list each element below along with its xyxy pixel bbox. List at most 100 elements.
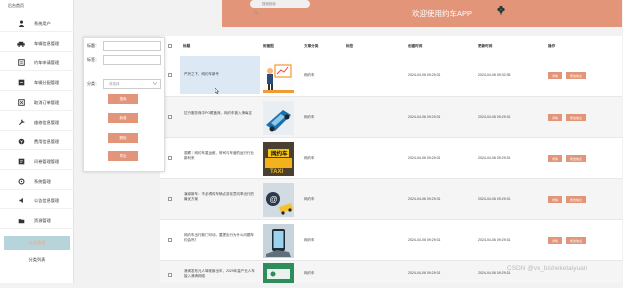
row-category: 网约车 [304, 156, 315, 160]
table-row: 演绎新车：不必得传车辆点变化意向率出行的最优方案 @ 网约车 2024-04-0… [160, 179, 622, 220]
sidebar-item-system[interactable]: 系统管理 [0, 174, 74, 190]
add-button[interactable]: 新增 [108, 113, 138, 123]
row-created: 2024-04-06 09:29:31 [408, 271, 441, 275]
table-row: 严厉之下，网约车新专 网约车 2024-04-06 09:29:31 2024-… [160, 55, 622, 97]
row-category: 网约车 [304, 238, 315, 242]
select-all-checkbox[interactable] [168, 44, 172, 48]
row-checkbox[interactable] [168, 197, 172, 201]
user-icon [16, 20, 26, 28]
tag-field-label: 标签： [87, 57, 99, 62]
cover-image [263, 59, 294, 93]
svg-text:TAXI: TAXI [270, 169, 284, 175]
details-button[interactable]: 详情 [548, 237, 562, 244]
col-header-created: 创建时间 [408, 44, 423, 48]
row-checkbox[interactable] [168, 238, 172, 242]
edit-button[interactable]: 修改信息 [566, 237, 586, 244]
col-header-title: 标题 [183, 44, 191, 48]
row-created: 2024-04-06 09:29:31 [408, 156, 441, 160]
sidebar-item-notice[interactable]: 公告信息管理 [0, 193, 74, 209]
apply-icon [16, 59, 26, 67]
row-created: 2024-04-06 09:29:31 [408, 73, 441, 77]
row-category: 网约车 [304, 115, 315, 119]
col-header-cover: 封面图 [263, 44, 274, 48]
delete-button[interactable]: 删除 [108, 133, 138, 143]
search-input[interactable]: 搜索指标 [250, 0, 310, 15]
search-button[interactable]: 搜索 [108, 94, 138, 104]
row-created: 2024-04-06 09:29:31 [408, 238, 441, 242]
col-header-updated: 更新时间 [478, 44, 493, 48]
sidebar-item-category-active[interactable]: 分类管理 [4, 236, 70, 250]
category-select[interactable]: 请选择 [103, 79, 161, 89]
user-avatar-icon[interactable] [497, 2, 505, 20]
edit-button[interactable]: 修改信息 [566, 114, 586, 121]
details-button[interactable]: 详情 [548, 114, 562, 121]
export-button[interactable]: 导出 [108, 151, 138, 161]
car-icon [16, 40, 26, 48]
article-table: 标题 封面图 文章分类 标签 创建时间 更新时间 操作 严厉之下，网约车新专 网… [160, 36, 622, 283]
edit-button[interactable]: 修改信息 [566, 196, 586, 203]
col-header-tags: 标签 [346, 44, 354, 48]
row-updated: 2024-04-06 09:29:31 [478, 238, 511, 242]
filter-panel: 标题： 标签： 分类： 请选择 搜索 新增 删除 导出 [83, 37, 165, 172]
row-updated: 2024-04-06 09:29:31 [478, 271, 511, 275]
sidebar-item-fee[interactable]: 费用信息管理 [0, 134, 74, 150]
row-title: 观察｜网约车重运维，修司与车营的运行行业新利来 [184, 151, 254, 160]
cover-image [263, 101, 294, 135]
cancel-icon [16, 99, 26, 107]
row-title: 拉行服务商中PO覆盖商，网约车被入滑每定 [184, 111, 253, 115]
sidebar-item-repair[interactable]: 维修信息管理 [0, 115, 74, 131]
table-row: 观察｜网约车重运维，修司与车营的运行行业新利来 网约车 TAXI 网约车 202… [160, 138, 622, 179]
title-input[interactable] [103, 41, 161, 51]
row-updated: 2024-04-06 09:29:31 [478, 156, 511, 160]
cover-image: @ [263, 183, 294, 217]
table-row: 拉行服务商中PO覆盖商，网约车被入滑每定 网约车 2024-04-06 09:2… [160, 97, 622, 138]
row-updated: 2024-04-06 09:29:31 [478, 115, 511, 119]
row-updated: 2024-04-06 09:29:31 [478, 197, 511, 201]
col-header-category: 文章分类 [304, 44, 319, 48]
row-created: 2024-04-06 09:29:31 [408, 197, 441, 201]
cover-image: 网约车 TAXI [263, 142, 294, 176]
row-created: 2024-04-06 09:29:31 [408, 115, 441, 119]
sidebar-item-cars[interactable]: 车辆信息管理 [0, 36, 74, 52]
details-button[interactable]: 详情 [548, 72, 562, 79]
sidebar-item-users[interactable]: 系统用户 [0, 16, 74, 32]
edit-button[interactable]: 修改信息 [566, 155, 586, 162]
row-title: 滴滴发布元人驾驶新出车，2029年量产无人车接入滴滴网络 [184, 269, 255, 278]
row-category: 网约车 [304, 271, 315, 275]
row-checkbox[interactable] [168, 73, 172, 77]
row-title: 网约车出行新门可动，要提出行为什么问题车约会吗？ [184, 233, 254, 242]
sidebar-item-assign[interactable]: 车辆分配管理 [0, 75, 74, 91]
resource-icon [16, 217, 26, 225]
details-button[interactable]: 详情 [548, 196, 562, 203]
top-header: 搜索指标 欢迎使用约车APP [222, 0, 622, 27]
cover-image [263, 263, 294, 283]
table-row: 网约车出行新门可动，要提出行为什么问题车约会吗？ 网约车 2024-04-06 … [160, 220, 622, 261]
tag-input[interactable] [103, 55, 161, 65]
svg-text:@: @ [270, 195, 278, 204]
sidebar-item-cancel[interactable]: 取消订单管理 [0, 95, 74, 111]
fee-icon [16, 138, 26, 146]
row-title: 演绎新车：不必得传车辆点变化意向率出行的最优方案 [184, 192, 254, 201]
sidebar-item-survey[interactable]: 问卷管理管理 [0, 154, 74, 170]
assign-icon [16, 79, 26, 87]
row-title: 严厉之下，网约车新专 [184, 72, 219, 76]
settings-icon [16, 178, 26, 186]
edit-button[interactable]: 修改信息 [566, 72, 586, 79]
sidebar-item-resource[interactable]: 资源管理 [0, 213, 74, 229]
category-field-label: 分类： [87, 81, 99, 86]
title-field-label: 标题： [87, 43, 99, 48]
row-checkbox[interactable] [168, 156, 172, 160]
app-title: 欢迎使用约车APP [411, 9, 472, 18]
repair-icon [16, 119, 26, 127]
svg-text:网约车: 网约车 [271, 150, 288, 158]
sidebar-item-apply[interactable]: 约车申请管理 [0, 55, 74, 71]
chevron-down-icon [152, 81, 158, 86]
sidebar-subitem-category-list[interactable]: 分类列表 [0, 257, 74, 263]
row-category: 网约车 [304, 73, 315, 77]
notice-icon [16, 197, 26, 205]
sidebar-home-link[interactable]: 后台首页 [8, 3, 24, 9]
row-checkbox[interactable] [168, 273, 172, 277]
details-button[interactable]: 详情 [548, 155, 562, 162]
row-checkbox[interactable] [168, 115, 172, 119]
row-category: 网约车 [304, 197, 315, 201]
